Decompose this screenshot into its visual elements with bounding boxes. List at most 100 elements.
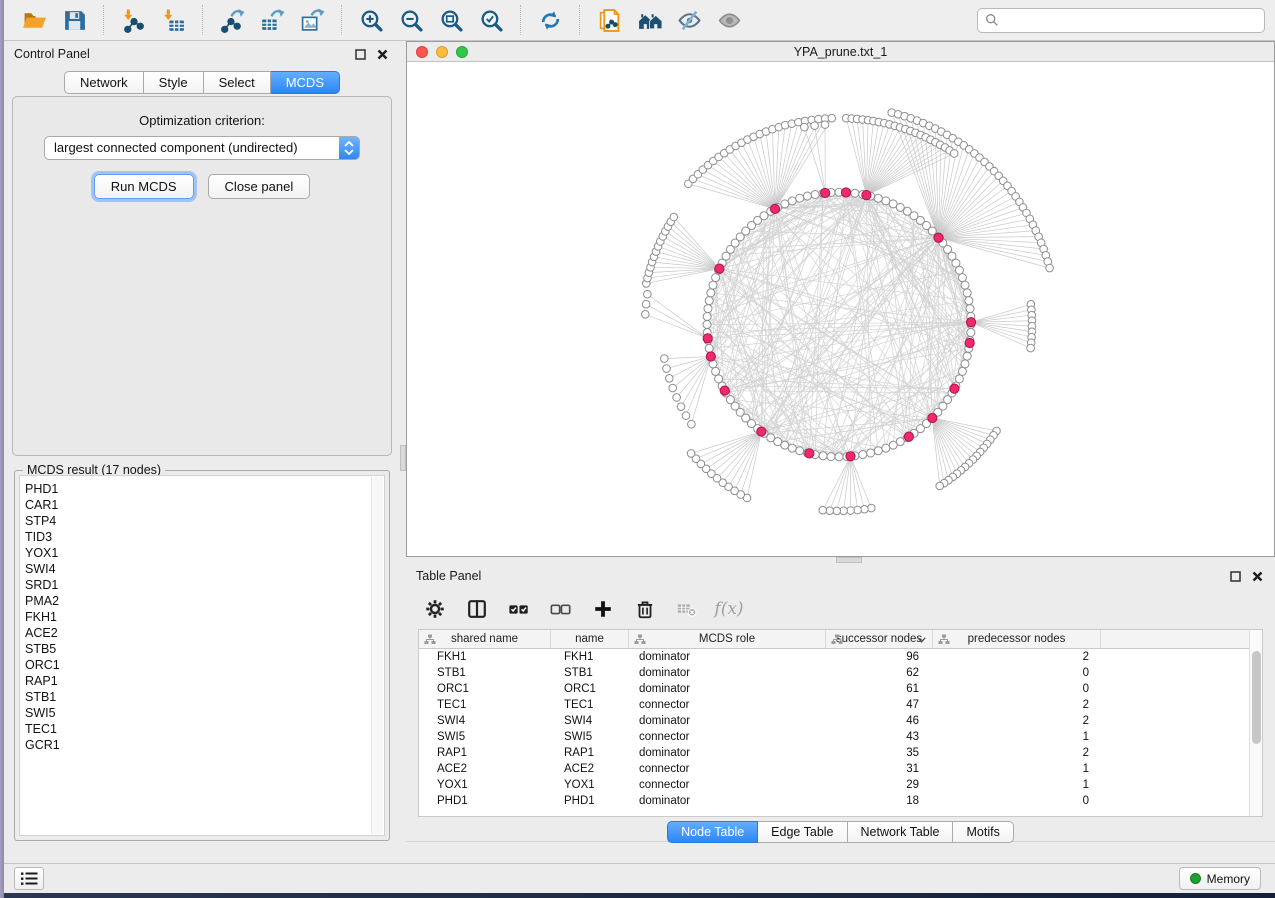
mcds-node-pma2[interactable]: PMA2 <box>25 593 370 609</box>
cell-name[interactable]: TEC1 <box>551 697 629 713</box>
zoom-fit-button[interactable] <box>436 5 466 35</box>
cell-shared-name[interactable]: ORC1 <box>419 681 551 697</box>
export-image-button[interactable] <box>297 5 327 35</box>
mcds-node-stp4[interactable]: STP4 <box>25 513 370 529</box>
close-panel-action-button[interactable]: Close panel <box>208 174 311 199</box>
scrollbar-thumb[interactable] <box>1252 651 1261 744</box>
cell-mcds-role[interactable]: dominator <box>629 681 826 697</box>
cell-successor-nodes[interactable]: 96 <box>826 649 933 665</box>
delete-column-button[interactable] <box>630 595 660 623</box>
tab-motifs[interactable]: Motifs <box>953 821 1013 843</box>
cell-predecessor-nodes[interactable]: 1 <box>933 761 1101 777</box>
cell-name[interactable]: ACE2 <box>551 761 629 777</box>
table-row-swi5[interactable]: SWI5SWI5connector431 <box>419 729 1262 745</box>
cell-mcds-role[interactable]: connector <box>629 777 826 793</box>
home-button[interactable] <box>634 5 664 35</box>
table-row-fkh1[interactable]: FKH1FKH1dominator962 <box>419 649 1262 665</box>
cell-shared-name[interactable]: SWI4 <box>419 713 551 729</box>
table-settings-button[interactable] <box>420 595 450 623</box>
network-window-titlebar[interactable]: YPA_prune.txt_1 <box>407 42 1274 62</box>
cell-predecessor-nodes[interactable]: 2 <box>933 649 1101 665</box>
mcds-node-gcr1[interactable]: GCR1 <box>25 737 370 753</box>
close-table-panel-button[interactable] <box>1249 568 1265 584</box>
cell-name[interactable]: SWI4 <box>551 713 629 729</box>
mcds-node-srd1[interactable]: SRD1 <box>25 577 370 593</box>
cell-mcds-role[interactable]: dominator <box>629 665 826 681</box>
tab-node-table[interactable]: Node Table <box>667 821 758 843</box>
run-mcds-button[interactable]: Run MCDS <box>94 174 194 199</box>
cell-name[interactable]: ORC1 <box>551 681 629 697</box>
table-row-stb1[interactable]: STB1STB1dominator620 <box>419 665 1262 681</box>
cell-successor-nodes[interactable]: 47 <box>826 697 933 713</box>
table-row-tec1[interactable]: TEC1TEC1connector472 <box>419 697 1262 713</box>
cell-predecessor-nodes[interactable]: 1 <box>933 777 1101 793</box>
memory-button[interactable]: Memory <box>1179 867 1261 890</box>
horizontal-splitter[interactable] <box>406 557 1275 563</box>
cell-mcds-role[interactable]: dominator <box>629 793 826 809</box>
mcds-node-tid3[interactable]: TID3 <box>25 529 370 545</box>
close-panel-button[interactable] <box>374 46 390 62</box>
column-header-mcds-role[interactable]: MCDS role <box>629 630 826 648</box>
column-header-predecessor-nodes[interactable]: predecessor nodes <box>933 630 1101 648</box>
cell-successor-nodes[interactable]: 31 <box>826 761 933 777</box>
cell-name[interactable]: FKH1 <box>551 649 629 665</box>
add-column-button[interactable] <box>588 595 618 623</box>
split-panel-button[interactable] <box>462 595 492 623</box>
cell-name[interactable]: PHD1 <box>551 793 629 809</box>
cell-successor-nodes[interactable]: 18 <box>826 793 933 809</box>
cell-predecessor-nodes[interactable]: 2 <box>933 713 1101 729</box>
column-header-name[interactable]: name <box>551 630 629 648</box>
mcds-node-fkh1[interactable]: FKH1 <box>25 609 370 625</box>
float-panel-button[interactable] <box>352 46 368 62</box>
column-header-successor-nodes[interactable]: successor nodes <box>826 630 933 648</box>
cell-shared-name[interactable]: SWI5 <box>419 729 551 745</box>
cell-shared-name[interactable]: FKH1 <box>419 649 551 665</box>
cell-mcds-role[interactable]: dominator <box>629 713 826 729</box>
zoom-out-button[interactable] <box>396 5 426 35</box>
optimization-criterion-select[interactable]: largest connected component (undirected) <box>44 136 360 160</box>
mcds-node-stb5[interactable]: STB5 <box>25 641 370 657</box>
cell-predecessor-nodes[interactable]: 0 <box>933 681 1101 697</box>
refresh-view-button[interactable] <box>535 5 565 35</box>
column-header-shared-name[interactable]: shared name <box>419 630 551 648</box>
cell-mcds-role[interactable]: connector <box>629 729 826 745</box>
cell-shared-name[interactable]: PHD1 <box>419 793 551 809</box>
table-row-phd1[interactable]: PHD1PHD1dominator180 <box>419 793 1262 809</box>
cell-successor-nodes[interactable]: 46 <box>826 713 933 729</box>
network-canvas[interactable] <box>407 62 1274 556</box>
export-network-button[interactable] <box>217 5 247 35</box>
cell-name[interactable]: RAP1 <box>551 745 629 761</box>
mcds-node-yox1[interactable]: YOX1 <box>25 545 370 561</box>
search-input[interactable] <box>1004 13 1257 27</box>
cell-shared-name[interactable]: TEC1 <box>419 697 551 713</box>
save-session-button[interactable] <box>59 5 89 35</box>
deselect-all-rows-button[interactable] <box>546 595 576 623</box>
import-network-button[interactable] <box>118 5 148 35</box>
mcds-node-rap1[interactable]: RAP1 <box>25 673 370 689</box>
minimize-window-button[interactable] <box>436 46 448 58</box>
open-file-button[interactable] <box>19 5 49 35</box>
tab-edge-table[interactable]: Edge Table <box>758 821 847 843</box>
control-tab-mcds[interactable]: MCDS <box>271 71 340 94</box>
cell-shared-name[interactable]: RAP1 <box>419 745 551 761</box>
mcds-node-tec1[interactable]: TEC1 <box>25 721 370 737</box>
splitter-grip[interactable] <box>400 445 406 471</box>
graphics-details-button[interactable] <box>674 5 704 35</box>
control-tab-select[interactable]: Select <box>204 71 271 94</box>
cell-successor-nodes[interactable]: 35 <box>826 745 933 761</box>
cell-predecessor-nodes[interactable]: 2 <box>933 697 1101 713</box>
mcds-node-orc1[interactable]: ORC1 <box>25 657 370 673</box>
cell-name[interactable]: YOX1 <box>551 777 629 793</box>
splitter-grip[interactable] <box>836 557 862 563</box>
cell-mcds-role[interactable]: connector <box>629 761 826 777</box>
cell-name[interactable]: STB1 <box>551 665 629 681</box>
table-scrollbar[interactable] <box>1249 630 1262 816</box>
table-row-ace2[interactable]: ACE2ACE2connector311 <box>419 761 1262 777</box>
mcds-node-stb1[interactable]: STB1 <box>25 689 370 705</box>
birds-eye-view-button[interactable] <box>714 5 744 35</box>
cell-successor-nodes[interactable]: 43 <box>826 729 933 745</box>
cell-mcds-role[interactable]: dominator <box>629 745 826 761</box>
task-history-button[interactable] <box>14 867 44 890</box>
cell-predecessor-nodes[interactable]: 0 <box>933 793 1101 809</box>
table-row-yox1[interactable]: YOX1YOX1connector291 <box>419 777 1262 793</box>
